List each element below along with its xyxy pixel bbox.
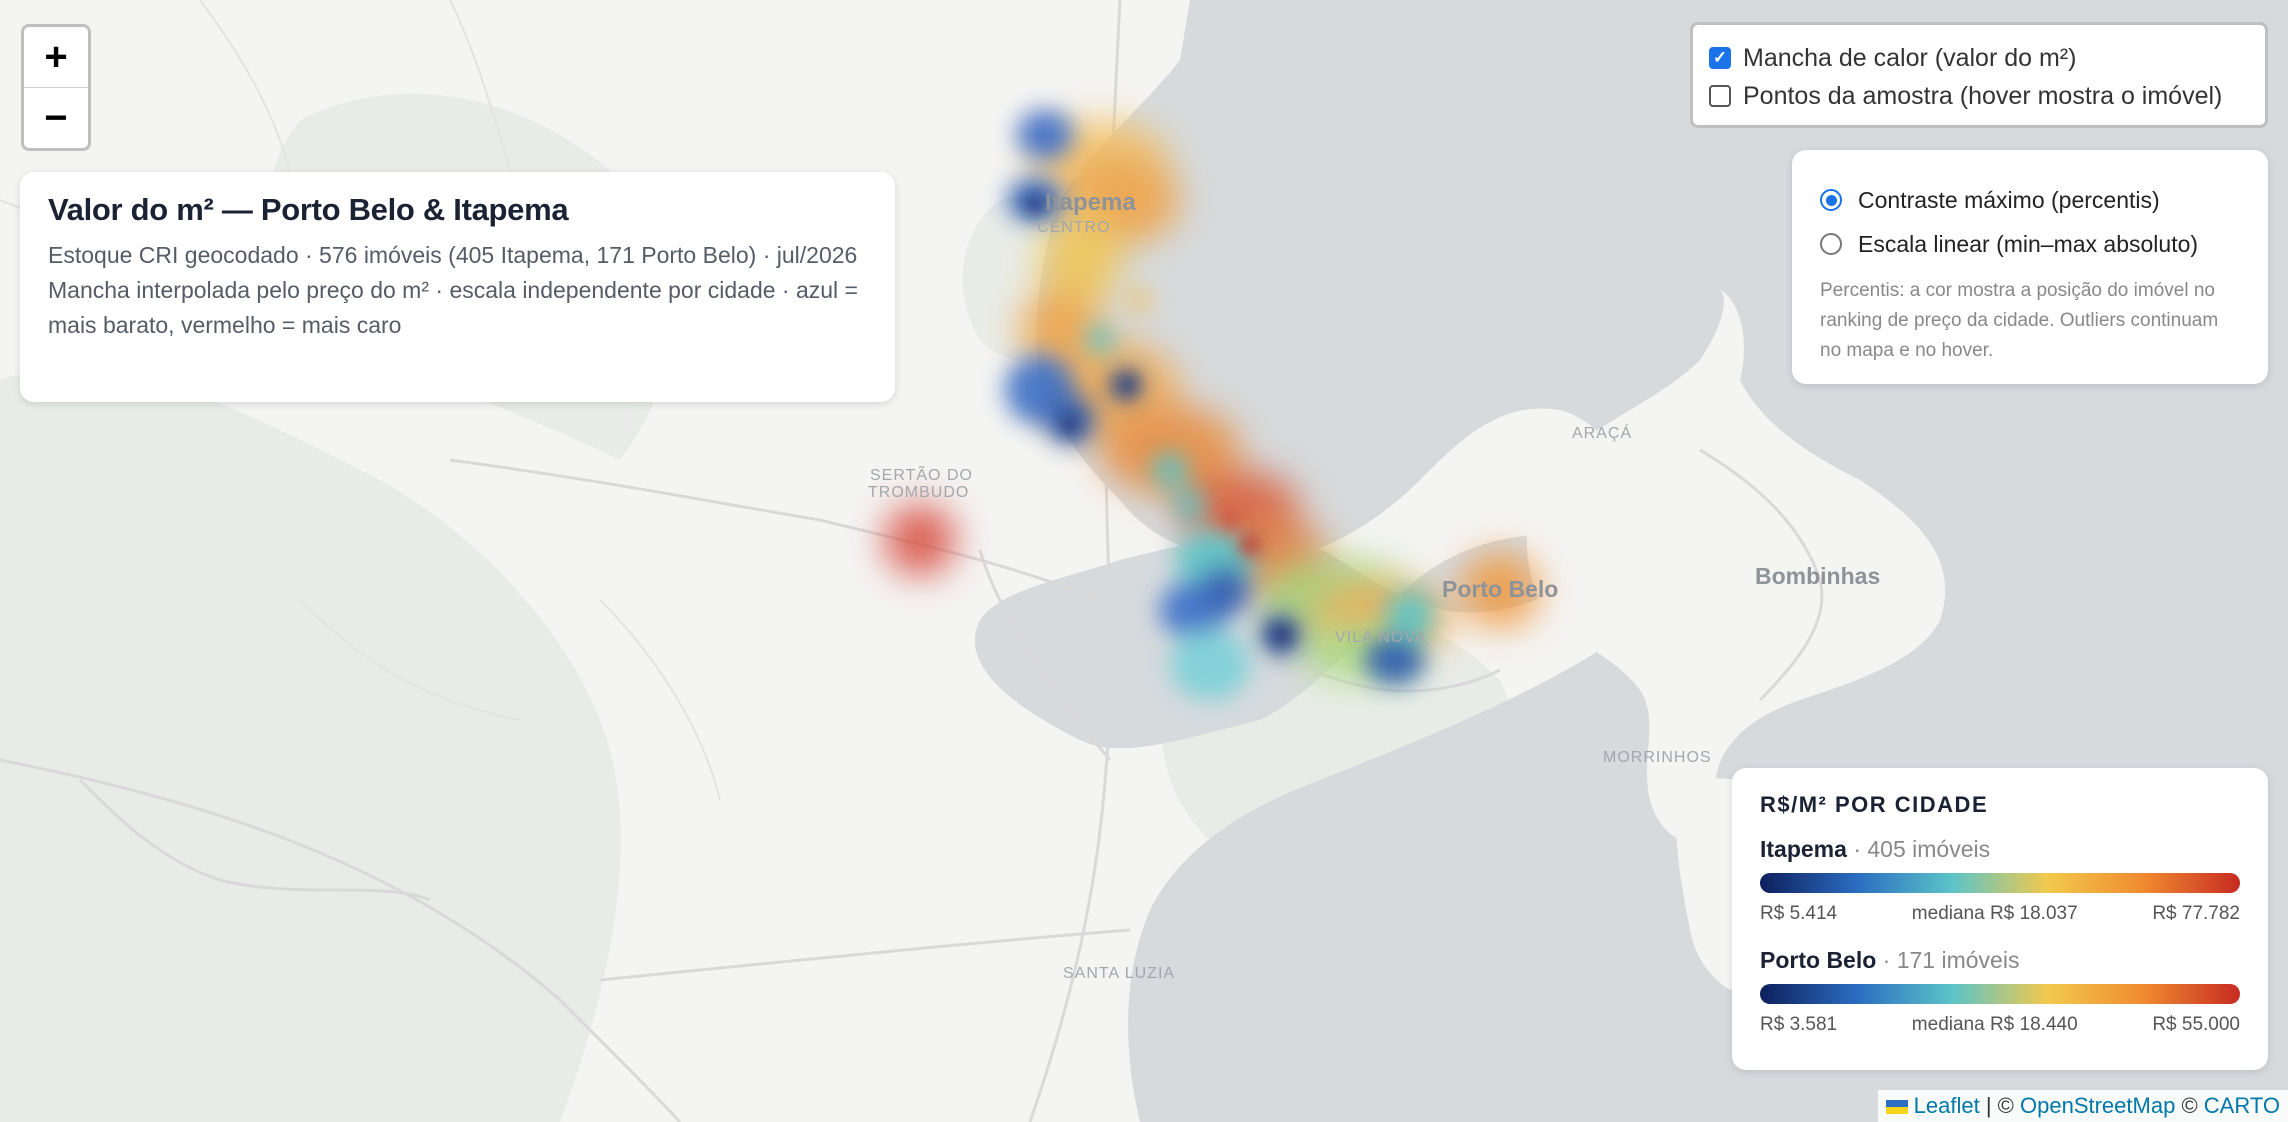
label-santa-luzia: SANTA LUZIA bbox=[1063, 965, 1175, 982]
legend-city-itapema: Itapema · 405 imóveis bbox=[1760, 836, 2240, 863]
zoom-out-button[interactable]: − bbox=[24, 87, 88, 148]
zoom-control: + − bbox=[21, 24, 91, 151]
heatmap-checkbox[interactable]: ✓ bbox=[1709, 47, 1731, 69]
linear-radio[interactable] bbox=[1820, 233, 1842, 255]
legend-median: mediana R$ 18.037 bbox=[1911, 903, 2078, 924]
label-sertao-2: TROMBUDO bbox=[868, 484, 969, 501]
label-vila-nova: VILA NOVA bbox=[1335, 629, 1426, 646]
label-itapema: Itapema bbox=[1045, 189, 1136, 216]
label-araca: ARAÇÁ bbox=[1572, 423, 1632, 442]
attribution: Leaflet | © OpenStreetMap © CARTO bbox=[1877, 1090, 2288, 1122]
label-centro: CENTRO bbox=[1037, 219, 1111, 236]
attrib-sep-2: © bbox=[2181, 1093, 2198, 1118]
layer-points[interactable]: Pontos da amostra (hover mostra o imóvel… bbox=[1709, 77, 2249, 115]
carto-link[interactable]: CARTO bbox=[2204, 1093, 2280, 1118]
legend-city-porto-belo: Porto Belo · 171 imóveis bbox=[1760, 947, 2240, 974]
percentile-radio[interactable] bbox=[1820, 189, 1842, 211]
scale-mode-panel: Contraste máximo (percentis) Escala line… bbox=[1792, 150, 2268, 384]
legend-panel: R$/M² POR CIDADE Itapema · 405 imóveis R… bbox=[1732, 768, 2268, 1070]
gradient-bar-porto-belo bbox=[1760, 984, 2240, 1004]
attrib-sep-1: | © bbox=[1985, 1093, 2014, 1118]
title-panel: Valor do m² — Porto Belo & Itapema Estoq… bbox=[20, 172, 895, 402]
city-count: · 171 imóveis bbox=[1882, 947, 2020, 973]
scale-note: Percentis: a cor mostra a posição do imó… bbox=[1820, 280, 2219, 361]
legend-min: R$ 3.581 bbox=[1760, 1014, 1838, 1035]
legend-max: R$ 55.000 bbox=[2152, 1014, 2240, 1035]
osm-link[interactable]: OpenStreetMap bbox=[2020, 1093, 2175, 1118]
heatmap-label: Mancha de calor (valor do m²) bbox=[1743, 43, 2077, 72]
linear-label: Escala linear (min–max absoluto) bbox=[1858, 230, 2199, 257]
zoom-in-button[interactable]: + bbox=[24, 27, 88, 87]
legend-max: R$ 77.782 bbox=[2152, 903, 2240, 924]
percentile-label: Contraste máximo (percentis) bbox=[1858, 186, 2160, 213]
ukraine-flag-icon bbox=[1885, 1100, 1908, 1115]
layer-heatmap[interactable]: ✓ Mancha de calor (valor do m²) bbox=[1709, 39, 2249, 77]
points-checkbox[interactable] bbox=[1709, 85, 1731, 107]
city-name: Porto Belo bbox=[1760, 947, 1877, 973]
layers-control: ✓ Mancha de calor (valor do m²) Pontos d… bbox=[1690, 22, 2268, 128]
legend-min: R$ 5.414 bbox=[1760, 903, 1838, 924]
label-morrinhos: MORRINHOS bbox=[1603, 749, 1712, 766]
legend-title: R$/M² POR CIDADE bbox=[1760, 792, 1989, 817]
legend-median: mediana R$ 18.440 bbox=[1911, 1014, 2078, 1035]
subtitle-line-2: Mancha interpolada pelo preço do m² · es… bbox=[48, 277, 858, 338]
scale-option-linear[interactable]: Escala linear (min–max absoluto) bbox=[1820, 222, 2240, 266]
city-name: Itapema bbox=[1760, 836, 1847, 862]
page-title: Valor do m² — Porto Belo & Itapema bbox=[48, 192, 569, 227]
map[interactable]: Itapema CENTRO SERTÃO DO TROMBUDO ARAÇÁ … bbox=[0, 0, 2288, 1122]
label-bombinhas: Bombinhas bbox=[1755, 563, 1880, 589]
scale-option-percentile[interactable]: Contraste máximo (percentis) bbox=[1820, 178, 2240, 222]
subtitle-line-1: Estoque CRI geocodado · 576 imóveis (405… bbox=[48, 242, 858, 268]
city-count: · 405 imóveis bbox=[1853, 836, 1991, 862]
leaflet-link[interactable]: Leaflet bbox=[1914, 1093, 1980, 1118]
label-sertao-1: SERTÃO DO bbox=[870, 464, 973, 484]
points-label: Pontos da amostra (hover mostra o imóvel… bbox=[1743, 81, 2223, 110]
label-porto-belo: Porto Belo bbox=[1442, 576, 1558, 602]
gradient-bar-itapema bbox=[1760, 873, 2240, 893]
